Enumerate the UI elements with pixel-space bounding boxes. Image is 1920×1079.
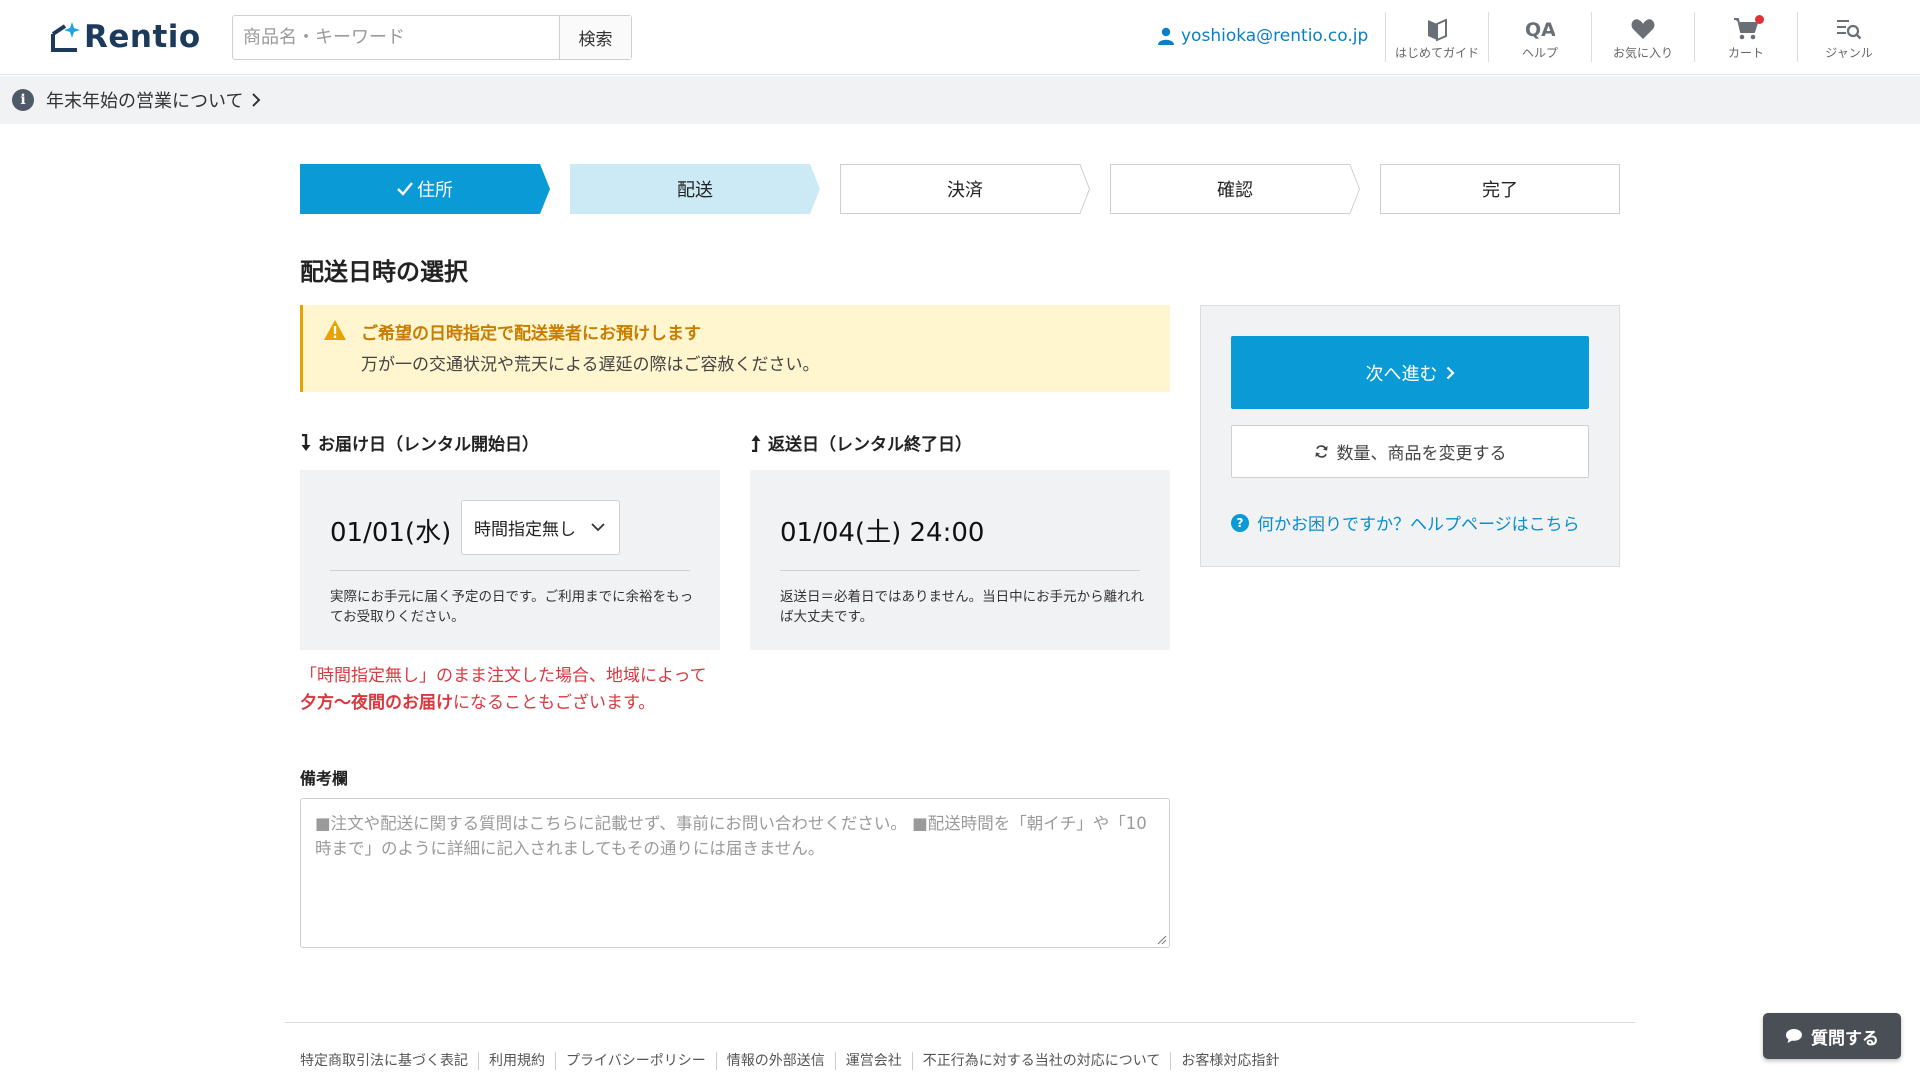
step-label: 確認 bbox=[1217, 180, 1253, 201]
nav-help-label: ヘルプ bbox=[1521, 46, 1558, 60]
remarks-textarea[interactable] bbox=[300, 798, 1170, 948]
return-date-box: 01/04(土) 24:00 返送日＝必着日ではありません。当日中にお手元から離… bbox=[750, 470, 1170, 650]
next-button[interactable]: 次へ進む bbox=[1231, 336, 1589, 409]
chevron-right-icon bbox=[252, 93, 261, 107]
footer-link-company[interactable]: 運営会社 bbox=[834, 1052, 912, 1070]
delivery-time-select[interactable]: 時間指定無し bbox=[461, 500, 620, 555]
divider bbox=[330, 570, 690, 571]
time-select-value: 時間指定無し bbox=[474, 520, 576, 540]
time-unspecified-alert: 「時間指定無し」のまま注文した場合、地域によって 夕方〜夜間のお届けになることも… bbox=[300, 663, 730, 717]
qa-icon: QA bbox=[1525, 19, 1555, 40]
chevron-down-icon bbox=[591, 523, 605, 532]
alert-line1: 「時間指定無し」のまま注文した場合、地域によって bbox=[300, 666, 707, 686]
arrow-down-turn-icon bbox=[301, 433, 311, 451]
step-label: 配送 bbox=[677, 180, 713, 201]
question-icon: ? bbox=[1231, 513, 1249, 532]
divider bbox=[780, 570, 1140, 571]
cart-badge-dot bbox=[1755, 15, 1764, 24]
user-icon bbox=[1158, 27, 1174, 45]
remarks-label: 備考欄 bbox=[300, 769, 349, 788]
check-icon bbox=[397, 182, 413, 196]
return-date: 01/04(土) 24:00 bbox=[780, 518, 985, 548]
return-note: 返送日＝必着日ではありません。当日中にお手元から離れれば大丈夫です。 bbox=[780, 589, 1145, 625]
next-button-label: 次へ進む bbox=[1365, 363, 1438, 385]
nav-cart[interactable]: カート bbox=[1694, 12, 1797, 62]
nav-cart-label: カート bbox=[1727, 46, 1764, 60]
refresh-icon bbox=[1314, 445, 1328, 458]
alert-rest: になることもございます。 bbox=[453, 693, 656, 713]
user-account-link[interactable]: yoshioka@rentio.co.jp bbox=[1158, 26, 1368, 46]
step-delivery: 配送 bbox=[570, 164, 820, 214]
search-box: 検索 bbox=[232, 15, 632, 60]
header-nav: はじめてガイド QA ヘルプ お気に入り カート ジャンル bbox=[1385, 12, 1900, 62]
nav-guide[interactable]: はじめてガイド bbox=[1385, 12, 1488, 62]
logo-house-icon bbox=[51, 22, 80, 52]
return-date-heading: 返送日（レンタル終了日） bbox=[750, 430, 972, 455]
delivery-date-box: 01/01(水) 時間指定無し 実際にお手元に届く予定の日です。ご利用までに余裕… bbox=[300, 470, 720, 650]
footer-divider bbox=[285, 1022, 1635, 1023]
svg-text:QA: QA bbox=[1525, 19, 1555, 40]
nav-favorites[interactable]: お気に入り bbox=[1591, 12, 1694, 62]
info-icon: i bbox=[12, 89, 34, 111]
logo-text: Rentio bbox=[84, 19, 201, 55]
notice-text: 年末年始の営業について bbox=[46, 91, 244, 112]
change-items-button[interactable]: 数量、商品を変更する bbox=[1231, 425, 1589, 478]
user-email: yoshioka@rentio.co.jp bbox=[1181, 26, 1369, 46]
delivery-heading-text: お届け日（レンタル開始日） bbox=[318, 435, 539, 455]
step-label: 決済 bbox=[947, 180, 983, 201]
checkout-side-panel: 次へ進む 数量、商品を変更する ? 何かお困りですか？ヘルプページはこちら bbox=[1200, 305, 1620, 567]
warning-icon bbox=[324, 320, 346, 340]
page-title: 配送日時の選択 bbox=[300, 258, 468, 286]
step-label: 完了 bbox=[1482, 180, 1518, 201]
help-link-text: 何かお困りですか？ヘルプページはこちら bbox=[1257, 515, 1580, 535]
step-label: 住所 bbox=[417, 180, 453, 201]
step-payment: 決済 bbox=[840, 164, 1090, 214]
nav-genre-label: ジャンル bbox=[1825, 46, 1873, 60]
search-button[interactable]: 検索 bbox=[559, 16, 631, 59]
resize-grip-icon[interactable] bbox=[1157, 935, 1167, 945]
heart-icon bbox=[1631, 19, 1655, 39]
genre-list-icon bbox=[1837, 20, 1862, 40]
ask-question-button[interactable]: 質問する bbox=[1763, 1013, 1901, 1059]
footer-link-external-transmission[interactable]: 情報の外部送信 bbox=[715, 1052, 835, 1070]
warning-title: ご希望の日時指定で配送業者にお預けします bbox=[361, 324, 701, 344]
holiday-notice-bar[interactable]: i 年末年始の営業について bbox=[0, 76, 1920, 124]
delivery-note: 実際にお手元に届く予定の日です。ご利用までに余裕をもってお受取りください。 bbox=[330, 589, 694, 625]
nav-help[interactable]: QA ヘルプ bbox=[1488, 12, 1591, 62]
beginner-leaf-icon bbox=[1428, 18, 1447, 41]
step-address: 住所 bbox=[300, 164, 550, 214]
footer-link-tokushoho[interactable]: 特定商取引法に基づく表記 bbox=[300, 1052, 478, 1070]
warning-body: 万が一の交通状況や荒天による遅延の際はご容赦ください。 bbox=[361, 355, 820, 375]
footer-link-privacy[interactable]: プライバシーポリシー bbox=[555, 1052, 716, 1070]
footer-link-fraud-policy[interactable]: 不正行為に対する当社の対応について bbox=[911, 1052, 1171, 1070]
chat-bubble-icon bbox=[1786, 1029, 1802, 1043]
site-header: Rentio 検索 yoshioka@rentio.co.jp はじめてガイド … bbox=[0, 0, 1920, 75]
return-heading-text: 返送日（レンタル終了日） bbox=[768, 435, 972, 455]
rentio-logo[interactable]: Rentio bbox=[50, 18, 201, 56]
chevron-right-icon bbox=[1446, 366, 1455, 379]
nav-genre[interactable]: ジャンル bbox=[1797, 12, 1900, 62]
nav-guide-label: はじめてガイド bbox=[1394, 46, 1479, 60]
checkout-steps: 住所 配送 決済 確認 完了 bbox=[300, 164, 1620, 214]
delivery-date-heading: お届け日（レンタル開始日） bbox=[300, 430, 539, 455]
nav-favorites-label: お気に入り bbox=[1612, 46, 1673, 60]
footer-links: 特定商取引法に基づく表記 利用規約 プライバシーポリシー 情報の外部送信 運営会… bbox=[300, 1052, 1289, 1070]
footer-link-terms[interactable]: 利用規約 bbox=[478, 1052, 555, 1070]
alert-bold: 夕方〜夜間のお届け bbox=[300, 693, 453, 713]
delivery-date: 01/01(水) bbox=[330, 518, 452, 548]
step-complete: 完了 bbox=[1380, 164, 1620, 214]
step-confirm: 確認 bbox=[1110, 164, 1360, 214]
help-page-link[interactable]: ? 何かお困りですか？ヘルプページはこちら bbox=[1231, 510, 1580, 535]
delivery-warning: ご希望の日時指定で配送業者にお預けします 万が一の交通状況や荒天による遅延の際は… bbox=[300, 305, 1170, 392]
footer-link-customer-policy[interactable]: お客様対応指針 bbox=[1170, 1052, 1289, 1070]
change-items-label: 数量、商品を変更する bbox=[1336, 444, 1507, 464]
search-input[interactable] bbox=[233, 16, 559, 59]
arrow-up-turn-icon bbox=[751, 434, 761, 452]
ask-question-label: 質問する bbox=[1811, 1028, 1879, 1049]
